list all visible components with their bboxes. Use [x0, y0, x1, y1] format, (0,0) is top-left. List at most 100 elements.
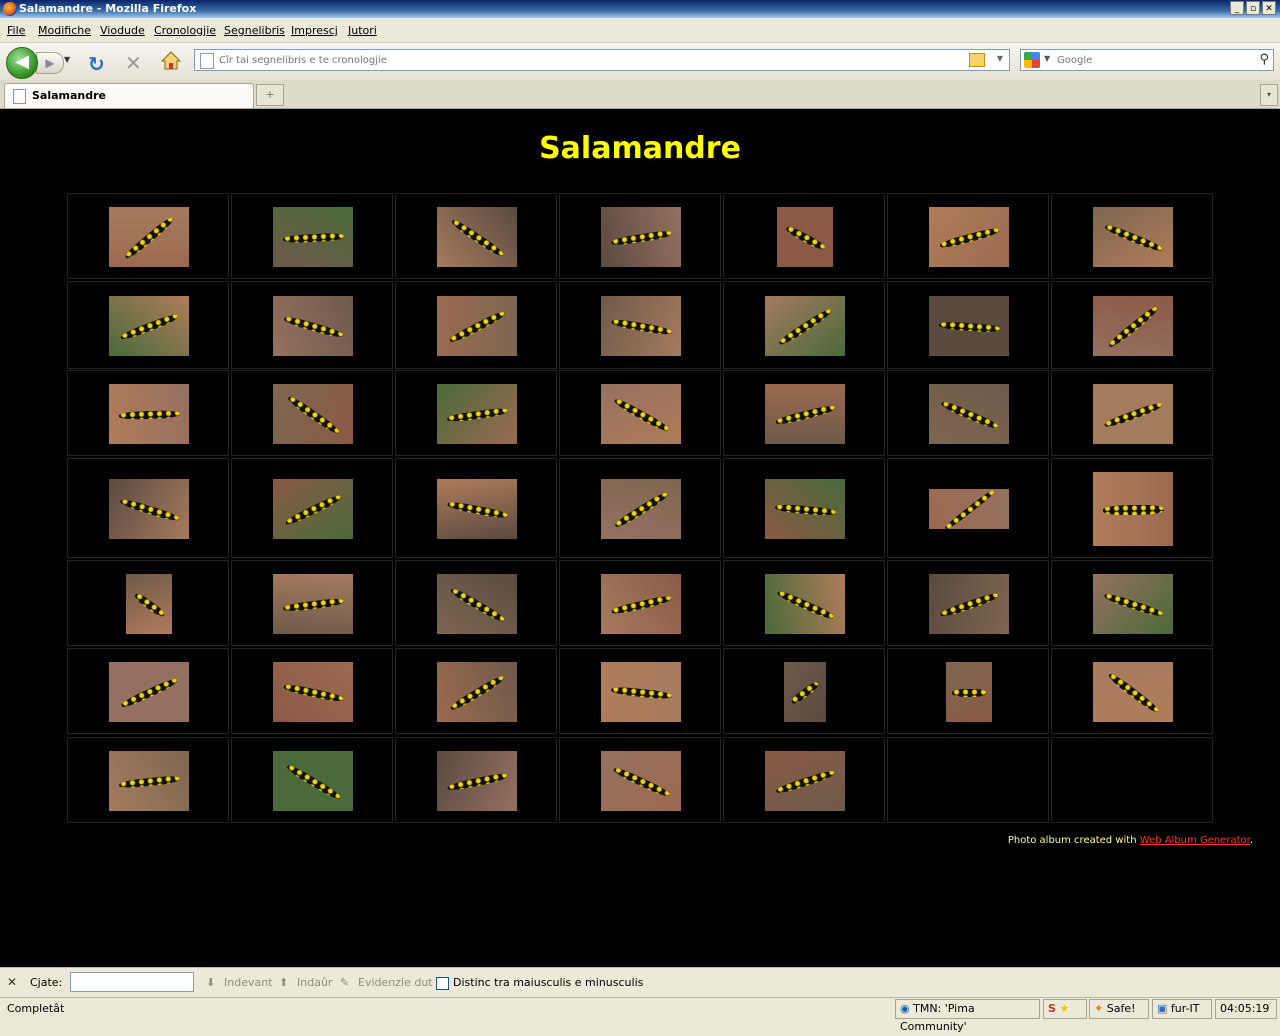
salamander-thumbnail[interactable]	[765, 751, 845, 811]
salamander-thumbnail[interactable]	[929, 488, 1009, 531]
salamander-thumbnail[interactable]	[765, 384, 845, 444]
safe-panel[interactable]: ✦ Safe!	[1089, 999, 1149, 1019]
salamander-thumbnail[interactable]	[437, 296, 517, 356]
highlight-button[interactable]: Evidenzie dut	[358, 976, 433, 989]
salamander-thumbnail[interactable]	[765, 479, 845, 539]
salamander-thumbnail[interactable]	[109, 207, 189, 267]
find-prev-icon[interactable]: ⬆	[279, 976, 288, 989]
salamander-thumbnail[interactable]	[601, 751, 681, 811]
salamander-thumbnail[interactable]	[109, 384, 189, 444]
find-bar: ✕ Cjate: ⬇ Indevant ⬆ Indaûr ✎ Evidenzie…	[0, 967, 1280, 998]
salamander-thumbnail[interactable]	[601, 574, 681, 634]
restore-button[interactable]: ▫	[1246, 1, 1260, 15]
salamander-figure	[774, 768, 836, 796]
engine-dropdown-icon[interactable]: ▼	[1044, 54, 1050, 63]
salamander-thumbnail[interactable]	[777, 207, 833, 267]
salamander-thumbnail[interactable]	[437, 207, 517, 267]
search-icon[interactable]: ⚲	[1259, 52, 1269, 67]
forward-button[interactable]: ▶	[36, 52, 64, 74]
salamander-thumbnail[interactable]	[273, 296, 353, 356]
new-tab-button[interactable]: +	[256, 84, 284, 106]
salamander-thumbnail[interactable]	[273, 574, 353, 634]
salamander-thumbnail[interactable]	[1093, 207, 1173, 267]
tmn-panel[interactable]: ◉ TMN: 'Pima Community'	[895, 999, 1040, 1033]
menu-bookmarks[interactable]: Segnelibris	[224, 24, 285, 37]
search-bar[interactable]: ▼ ⚲	[1020, 49, 1274, 71]
google-engine-icon[interactable]	[1024, 52, 1040, 68]
find-next-icon[interactable]: ⬇	[206, 976, 215, 989]
addon-icons[interactable]: S ★	[1043, 999, 1087, 1019]
gallery-cell	[231, 281, 393, 369]
close-window-button[interactable]: ✕	[1262, 1, 1276, 15]
menu-tools[interactable]: Imprescj	[291, 24, 338, 37]
salamander-thumbnail[interactable]	[1093, 384, 1173, 444]
highlight-icon[interactable]: ✎	[340, 976, 349, 989]
find-prev-button[interactable]: Indaûr	[297, 976, 332, 989]
salamander-thumbnail[interactable]	[109, 751, 189, 811]
gallery-cell	[887, 458, 1049, 558]
salamander-thumbnail[interactable]	[929, 574, 1009, 634]
salamander-thumbnail[interactable]	[273, 751, 353, 811]
salamander-thumbnail[interactable]	[601, 662, 681, 722]
bookmark-folder-icon[interactable]	[969, 53, 985, 67]
tab-list-button[interactable]: ▾	[1260, 84, 1278, 106]
url-bar[interactable]: ▼	[194, 49, 1010, 71]
salamander-thumbnail[interactable]	[437, 662, 517, 722]
web-album-generator-link[interactable]: Web Album Generator	[1140, 835, 1250, 846]
salamander-thumbnail[interactable]	[109, 662, 189, 722]
salamander-thumbnail[interactable]	[109, 479, 189, 539]
minimize-button[interactable]: _	[1230, 1, 1244, 15]
salamander-thumbnail[interactable]	[109, 296, 189, 356]
salamander-thumbnail[interactable]	[601, 296, 681, 356]
stop-icon[interactable]: ✕	[125, 51, 142, 75]
salamander-thumbnail[interactable]	[273, 662, 353, 722]
home-icon[interactable]	[160, 50, 182, 72]
salamander-thumbnail[interactable]	[601, 479, 681, 539]
salamander-thumbnail[interactable]	[765, 296, 845, 356]
salamander-thumbnail[interactable]	[273, 479, 353, 539]
gallery-cell	[723, 370, 885, 456]
star-addon-icon[interactable]: ★	[1059, 1002, 1069, 1015]
salamander-thumbnail[interactable]	[273, 207, 353, 267]
salamander-thumbnail[interactable]	[1093, 574, 1173, 634]
menu-file[interactable]: File	[7, 24, 25, 37]
search-input[interactable]	[1057, 52, 1247, 68]
tab-salamandre[interactable]: Salamandre	[4, 83, 254, 108]
url-dropdown-icon[interactable]: ▼	[997, 54, 1003, 63]
match-case-checkbox[interactable]	[436, 977, 449, 990]
salamander-thumbnail[interactable]	[1093, 296, 1173, 356]
find-next-button[interactable]: Indevant	[224, 976, 273, 989]
close-find-icon[interactable]: ✕	[7, 975, 17, 989]
reload-icon[interactable]: ↻	[88, 52, 105, 76]
salamander-thumbnail[interactable]	[437, 384, 517, 444]
page-icon	[200, 53, 214, 69]
s-addon-icon[interactable]: S	[1048, 1002, 1056, 1015]
salamander-thumbnail[interactable]	[437, 479, 517, 539]
menu-edit[interactable]: Modifiche	[38, 24, 91, 37]
salamander-thumbnail[interactable]	[929, 296, 1009, 356]
url-input[interactable]	[219, 52, 959, 68]
salamander-thumbnail[interactable]	[601, 207, 681, 267]
back-button[interactable]: ◀	[6, 47, 38, 79]
find-input[interactable]	[70, 972, 194, 992]
salamander-thumbnail[interactable]	[601, 384, 681, 444]
locale-panel[interactable]: ▣ fur-IT	[1152, 999, 1212, 1019]
salamander-thumbnail[interactable]	[946, 662, 992, 722]
history-dropdown-icon[interactable]: ▼	[64, 55, 70, 64]
salamander-thumbnail[interactable]	[273, 384, 353, 444]
menu-history[interactable]: Cronologjie	[154, 24, 216, 37]
menu-view[interactable]: Viodude	[100, 24, 145, 37]
salamander-thumbnail[interactable]	[437, 574, 517, 634]
salamander-thumbnail[interactable]	[126, 574, 172, 634]
gallery-cell	[395, 281, 557, 369]
salamander-figure	[789, 680, 821, 707]
salamander-thumbnail[interactable]	[1093, 472, 1173, 546]
salamander-thumbnail[interactable]	[437, 751, 517, 811]
salamander-thumbnail[interactable]	[929, 384, 1009, 444]
salamander-figure	[612, 490, 669, 530]
salamander-thumbnail[interactable]	[1093, 662, 1173, 722]
salamander-thumbnail[interactable]	[784, 662, 826, 722]
salamander-thumbnail[interactable]	[929, 207, 1009, 267]
menu-help[interactable]: Jutori	[348, 24, 377, 37]
salamander-thumbnail[interactable]	[765, 574, 845, 634]
